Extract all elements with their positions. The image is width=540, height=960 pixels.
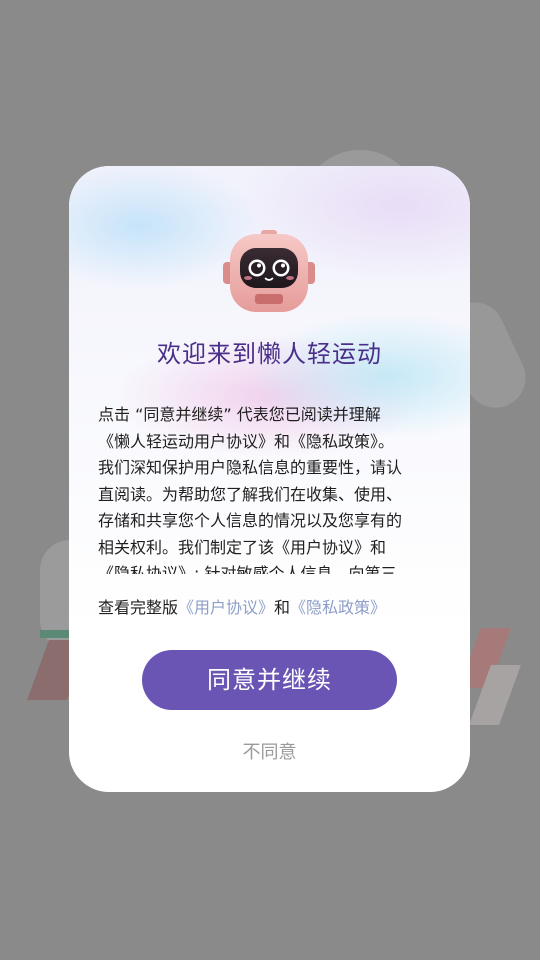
body-line: 我们深知保护用户隐私信息的重要性，请认 (98, 458, 403, 477)
robot-mascot-icon (221, 228, 317, 318)
body-line: 《隐私协议》: 针对敏感个人信息、向第三 (98, 564, 397, 574)
body-line: 《懒人轻运动用户协议》和《隐私政策》。 (98, 431, 395, 451)
body-line: 点击 “同意并继续” 代表您已阅读并理解 (98, 405, 381, 424)
agree-continue-button[interactable]: 同意并继续 (142, 650, 397, 710)
agreement-summary-text[interactable]: 点击 “同意并继续” 代表您已阅读并理解 《懒人轻运动用户协议》和《隐私政策》。… (98, 402, 448, 574)
dialog-title: 欢迎来到懒人轻运动 (157, 340, 382, 368)
privacy-policy-link[interactable]: 《隐私政策》 (290, 598, 386, 617)
body-line: 相关权利。我们制定了该《用户协议》和 (98, 537, 387, 557)
full-version-links: 查看完整版《用户协议》和《隐私政策》 (98, 594, 386, 618)
body-line: 存储和共享您个人信息的情况以及您享有的 (98, 511, 403, 530)
privacy-consent-dialog: 欢迎来到懒人轻运动 点击 “同意并继续” 代表您已阅读并理解 《懒人轻运动用户协… (69, 166, 470, 792)
body-line: 直阅读。为帮助您了解我们在收集、使用、 (98, 484, 403, 504)
disagree-button[interactable]: 不同意 (69, 738, 470, 764)
links-prefix: 查看完整版 (98, 598, 179, 617)
app-screen: 欢迎来到懒人轻运动 点击 “同意并继续” 代表您已阅读并理解 《懒人轻运动用户协… (0, 0, 540, 960)
links-conjunction: 和 (274, 598, 291, 617)
user-agreement-link[interactable]: 《用户协议》 (178, 598, 274, 617)
